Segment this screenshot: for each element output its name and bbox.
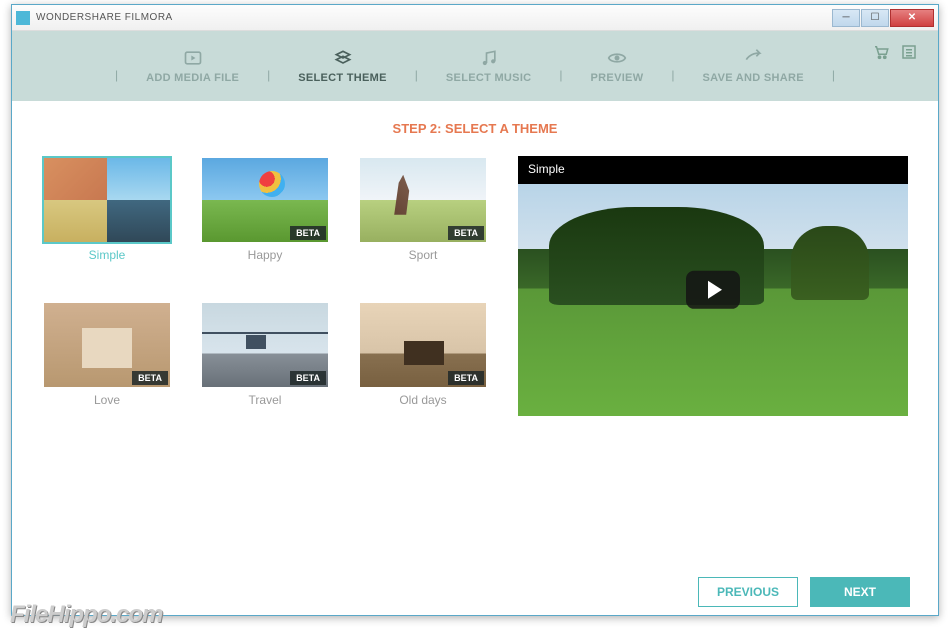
play-button[interactable] xyxy=(686,271,740,309)
beta-badge: BETA xyxy=(448,371,484,385)
window-controls: ─ ☐ ✕ xyxy=(831,9,934,27)
themes-grid: Simple BETA Happy BETA Sport BETA Love B… xyxy=(42,156,488,416)
theme-label: Simple xyxy=(42,248,172,262)
share-icon xyxy=(743,48,763,68)
theme-love[interactable]: BETA Love xyxy=(42,301,172,416)
nav-separator: | xyxy=(824,68,843,82)
menu-icon[interactable] xyxy=(900,43,918,61)
nav-label: SAVE AND SHARE xyxy=(703,72,804,84)
theme-icon xyxy=(333,48,353,68)
nav-label: SELECT THEME xyxy=(298,72,387,84)
app-window: WONDERSHARE FILMORA ─ ☐ ✕ | ADD MEDIA FI… xyxy=(11,4,939,616)
cart-icon[interactable] xyxy=(872,43,890,61)
preview-player: Simple xyxy=(518,156,908,416)
theme-label: Sport xyxy=(358,248,488,262)
app-icon xyxy=(16,11,30,25)
minimize-button[interactable]: ─ xyxy=(832,9,860,27)
nav-label: PREVIEW xyxy=(591,72,644,84)
nav-preview[interactable]: PREVIEW xyxy=(571,48,664,84)
theme-thumbnail xyxy=(42,156,172,244)
window-title: WONDERSHARE FILMORA xyxy=(36,12,831,23)
footer-buttons: PREVIOUS NEXT xyxy=(698,577,910,607)
theme-label: Travel xyxy=(200,393,330,407)
beta-badge: BETA xyxy=(132,371,168,385)
theme-label: Love xyxy=(42,393,172,407)
nav-separator: | xyxy=(107,68,126,82)
theme-label: Happy xyxy=(200,248,330,262)
preview-panel: Simple xyxy=(518,156,908,416)
nav-save-share[interactable]: SAVE AND SHARE xyxy=(683,48,824,84)
main-area: Simple BETA Happy BETA Sport BETA Love B… xyxy=(42,156,908,416)
preview-title: Simple xyxy=(528,162,565,176)
beta-badge: BETA xyxy=(290,226,326,240)
theme-thumbnail: BETA xyxy=(42,301,172,389)
music-icon xyxy=(479,48,499,68)
theme-travel[interactable]: BETA Travel xyxy=(200,301,330,416)
theme-thumbnail: BETA xyxy=(200,156,330,244)
theme-label: Old days xyxy=(358,393,488,407)
step-header: | ADD MEDIA FILE | SELECT THEME | SELECT… xyxy=(12,31,938,101)
titlebar: WONDERSHARE FILMORA ─ ☐ ✕ xyxy=(12,5,938,31)
theme-happy[interactable]: BETA Happy xyxy=(200,156,330,271)
theme-thumbnail: BETA xyxy=(200,301,330,389)
next-button[interactable]: NEXT xyxy=(810,577,910,607)
nav-separator: | xyxy=(407,68,426,82)
close-button[interactable]: ✕ xyxy=(890,9,934,27)
maximize-button[interactable]: ☐ xyxy=(861,9,889,27)
theme-sport[interactable]: BETA Sport xyxy=(358,156,488,271)
nav-label: SELECT MUSIC xyxy=(446,72,532,84)
beta-badge: BETA xyxy=(290,371,326,385)
preview-icon xyxy=(607,48,627,68)
theme-old-days[interactable]: BETA Old days xyxy=(358,301,488,416)
nav-separator: | xyxy=(551,68,570,82)
nav-separator: | xyxy=(663,68,682,82)
previous-button[interactable]: PREVIOUS xyxy=(698,577,798,607)
media-icon xyxy=(183,48,203,68)
content-area: STEP 2: SELECT A THEME Simple BETA Happy… xyxy=(12,101,938,615)
step-title: STEP 2: SELECT A THEME xyxy=(42,121,908,136)
step-nav: | ADD MEDIA FILE | SELECT THEME | SELECT… xyxy=(107,48,843,84)
beta-badge: BETA xyxy=(448,226,484,240)
nav-add-media[interactable]: ADD MEDIA FILE xyxy=(126,48,259,84)
nav-select-music[interactable]: SELECT MUSIC xyxy=(426,48,552,84)
watermark: FileHippo.com xyxy=(10,601,162,629)
theme-simple[interactable]: Simple xyxy=(42,156,172,271)
nav-separator: | xyxy=(259,68,278,82)
nav-select-theme[interactable]: SELECT THEME xyxy=(278,48,407,84)
header-right xyxy=(872,43,918,61)
theme-thumbnail: BETA xyxy=(358,301,488,389)
nav-label: ADD MEDIA FILE xyxy=(146,72,239,84)
theme-thumbnail: BETA xyxy=(358,156,488,244)
